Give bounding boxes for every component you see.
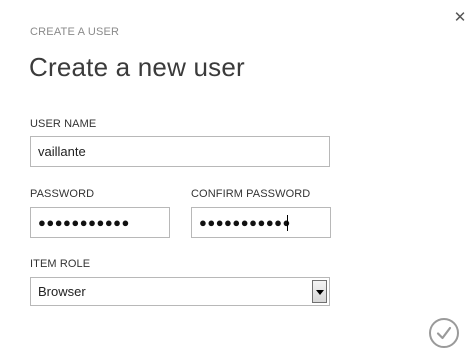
item-role-label: ITEM ROLE [30,258,91,270]
password-input[interactable]: ●●●●●●●●●●● [30,207,170,238]
chevron-down-icon[interactable] [312,280,327,303]
text-caret [287,215,288,231]
close-button[interactable]: ✕ [452,10,468,26]
password-masked-value: ●●●●●●●●●●● [38,215,130,230]
password-label: PASSWORD [30,188,95,200]
confirm-password-input[interactable]: ●●●●●●●●●●● [191,207,331,238]
item-role-selected-value: Browser [38,284,86,299]
close-icon[interactable]: ✕ [454,9,467,26]
dialog-title: Create a new user [29,52,245,82]
username-input[interactable] [30,136,330,167]
dialog-subtitle: CREATE A USER [30,26,120,38]
confirm-button[interactable] [429,318,459,348]
confirm-password-label: CONFIRM PASSWORD [191,188,311,200]
confirm-password-masked-value: ●●●●●●●●●●● [199,215,291,230]
username-label: USER NAME [30,118,97,130]
create-user-dialog: ✕ CREATE A USER Create a new user USER N… [0,0,473,359]
item-role-select[interactable]: Browser [30,277,330,306]
checkmark-icon [436,326,452,340]
